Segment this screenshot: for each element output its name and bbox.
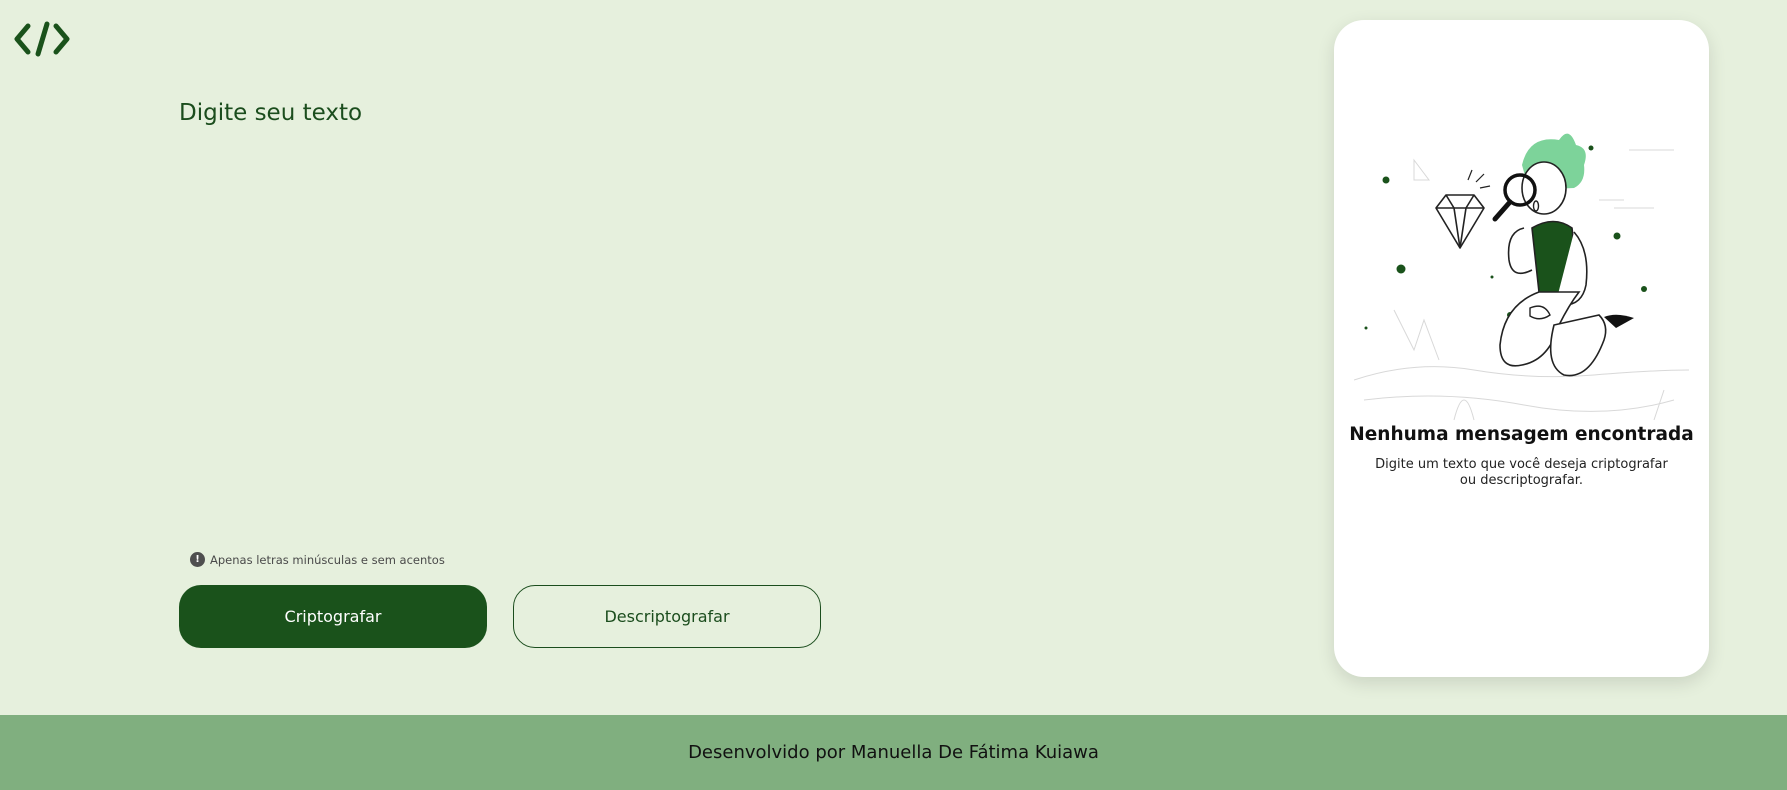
empty-state-title: Nenhuma mensagem encontrada xyxy=(1349,424,1694,445)
encrypt-button[interactable]: Criptografar xyxy=(179,585,487,648)
footer: Desenvolvido por Manuella De Fátima Kuia… xyxy=(0,715,1787,790)
hint-text: Apenas letras minúsculas e sem acentos xyxy=(210,552,445,567)
output-card: Nenhuma mensagem encontrada Digite um te… xyxy=(1334,20,1709,677)
code-brackets-icon[interactable] xyxy=(14,20,70,58)
app-page: ! Apenas letras minúsculas e sem acentos… xyxy=(0,0,1787,790)
decrypt-button[interactable]: Descriptografar xyxy=(513,585,821,648)
empty-state-description: Digite um texto que você deseja criptogr… xyxy=(1375,457,1668,488)
encoder-panel: ! Apenas letras minúsculas e sem acentos… xyxy=(179,0,879,715)
exclamation-circle-icon: ! xyxy=(190,552,205,567)
input-hint: ! Apenas letras minúsculas e sem acentos xyxy=(190,552,445,567)
footer-credit: Desenvolvido por Manuella De Fátima Kuia… xyxy=(688,742,1099,763)
person-with-magnifying-glass-illustration xyxy=(1353,120,1690,440)
message-input[interactable] xyxy=(179,100,859,530)
